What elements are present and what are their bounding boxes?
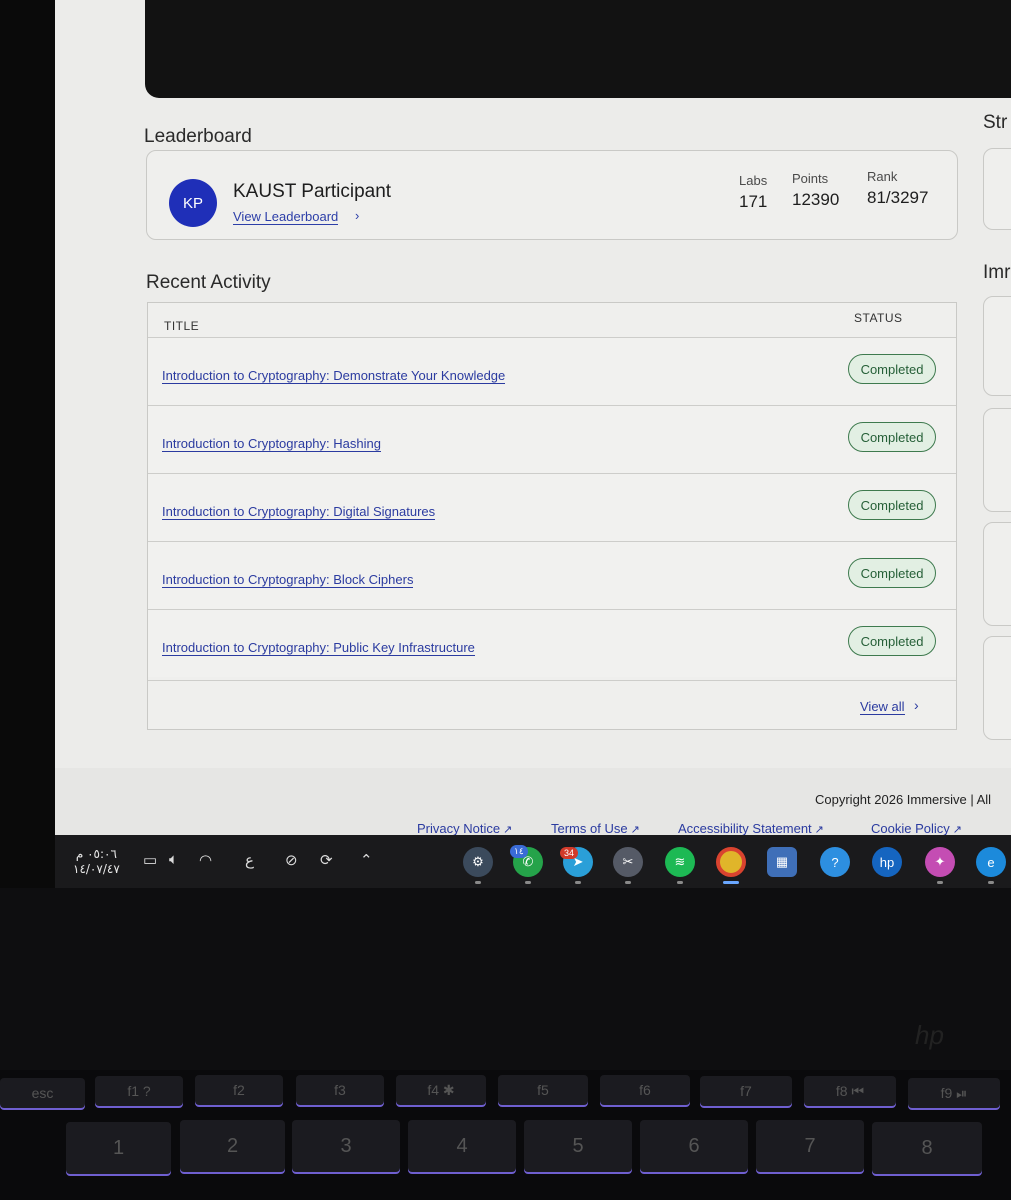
chevron-right-icon: › <box>914 697 919 713</box>
key-f8[interactable]: f8 ⏮ <box>804 1076 896 1106</box>
taskbar: ٠٥:٠٦ م ١٤/٠٧/٤٧ ▭ 🔈︎ ◠ ع ⊘ ⟳ ⌃ ⚙ ✆ ١٤ ➤… <box>55 835 1011 888</box>
key-6[interactable]: 6 <box>640 1120 748 1172</box>
chevron-up-icon[interactable]: ⌃ <box>360 851 373 869</box>
key-3[interactable]: 3 <box>292 1120 400 1172</box>
spotify-icon[interactable]: ≋ <box>665 847 695 877</box>
accessibility-statement-link[interactable]: Accessibility Statement ↗ <box>678 821 824 835</box>
language-indicator[interactable]: ع <box>245 851 254 869</box>
location-off-icon[interactable]: ⊘ <box>285 851 298 869</box>
recent-activity-heading: Recent Activity <box>146 272 271 293</box>
stat-labs: Labs 171 <box>739 173 768 211</box>
table-row: Introduction to Cryptography: Hashing Co… <box>148 405 956 473</box>
whatsapp-badge: ١٤ <box>510 845 528 858</box>
telegram-badge: 34 <box>560 847 579 859</box>
right-heading-1: Str <box>983 112 1008 133</box>
copyright-text: Copyright 2026 Immersive | All <box>815 792 992 807</box>
activity-title-link[interactable]: Introduction to Cryptography: Digital Si… <box>162 504 436 520</box>
microsoft-store-icon[interactable]: ▦ <box>767 847 797 877</box>
view-leaderboard-link[interactable]: View Leaderboard <box>233 209 339 225</box>
hp-icon[interactable]: hp <box>872 847 902 877</box>
key-4[interactable]: 4 <box>408 1120 516 1172</box>
status-badge: Completed <box>848 422 936 452</box>
wifi-icon[interactable]: ◠ <box>199 851 212 869</box>
help-icon[interactable]: ? <box>820 847 850 877</box>
activity-title-link[interactable]: Introduction to Cryptography: Public Key… <box>162 640 475 656</box>
key-f3[interactable]: f3 <box>296 1075 384 1105</box>
terms-of-use-link[interactable]: Terms of Use ↗ <box>551 821 640 835</box>
table-footer: View all › <box>148 680 956 730</box>
key-2[interactable]: 2 <box>180 1120 285 1172</box>
laptop-screen: Leaderboard KP KAUST Participant View Le… <box>0 0 1011 888</box>
table-row: Introduction to Cryptography: Demonstrat… <box>148 337 956 405</box>
table-row: Introduction to Cryptography: Public Key… <box>148 609 956 677</box>
chevron-right-icon: › <box>355 208 360 223</box>
activity-title-link[interactable]: Introduction to Cryptography: Block Ciph… <box>162 572 414 588</box>
participant-name: KAUST Participant <box>233 181 392 202</box>
leaderboard-heading: Leaderboard <box>144 126 252 147</box>
external-link-icon: ↗ <box>630 824 640 835</box>
view-all-link[interactable]: View all <box>860 699 905 715</box>
key-5[interactable]: 5 <box>524 1120 632 1172</box>
key-f6[interactable]: f6 <box>600 1075 690 1105</box>
status-badge: Completed <box>848 626 936 656</box>
volume-icon[interactable]: 🔈︎ <box>169 851 178 868</box>
key-1[interactable]: 1 <box>66 1122 171 1174</box>
key-f1[interactable]: f1 ? <box>95 1076 183 1106</box>
key-f4[interactable]: f4 ✱ <box>396 1075 486 1105</box>
edge-icon[interactable]: e <box>976 847 1006 877</box>
chrome-icon[interactable] <box>716 847 746 877</box>
cookie-policy-link[interactable]: Cookie Policy ↗ <box>871 821 962 835</box>
right-card[interactable] <box>983 148 1011 230</box>
key-f7[interactable]: f7 <box>700 1076 792 1106</box>
table-row: Introduction to Cryptography: Block Ciph… <box>148 541 956 609</box>
status-badge: Completed <box>848 354 936 384</box>
hero-banner <box>145 0 1011 98</box>
column-header-status: STATUS <box>854 311 903 325</box>
page-footer: Copyright 2026 Immersive | All Privacy N… <box>55 768 1011 835</box>
laptop-bezel: hp <box>0 888 1011 1078</box>
key-8[interactable]: 8 <box>872 1122 982 1174</box>
settings-icon[interactable]: ⚙ <box>463 847 493 877</box>
laptop-keyboard: esc f1 ? f2 f3 f4 ✱ f5 f6 f7 f8 ⏮ f9 ⏯ 1… <box>0 1070 1011 1200</box>
key-f2[interactable]: f2 <box>195 1075 283 1105</box>
privacy-notice-link[interactable]: Privacy Notice ↗ <box>417 821 512 835</box>
column-header-title: TITLE <box>164 319 200 333</box>
external-link-icon: ↗ <box>503 824 513 835</box>
status-badge: Completed <box>848 558 936 588</box>
snipping-tool-icon[interactable]: ✂ <box>613 847 643 877</box>
right-card[interactable] <box>983 408 1011 512</box>
activity-table: TITLE STATUS Introduction to Cryptograph… <box>147 302 957 730</box>
sync-icon[interactable]: ⟳ <box>320 851 333 869</box>
system-clock[interactable]: ٠٥:٠٦ م ١٤/٠٧/٤٧ <box>73 847 120 877</box>
key-f9[interactable]: f9 ⏯ <box>908 1078 1000 1108</box>
activity-title-link[interactable]: Introduction to Cryptography: Demonstrat… <box>162 368 506 384</box>
stat-points: Points 12390 <box>792 171 840 209</box>
web-page: Leaderboard KP KAUST Participant View Le… <box>55 0 1011 835</box>
status-badge: Completed <box>848 490 936 520</box>
leaderboard-card: KP KAUST Participant View Leaderboard › … <box>146 150 958 240</box>
external-link-icon: ↗ <box>952 824 962 835</box>
right-card[interactable] <box>983 296 1011 396</box>
hp-logo: hp <box>915 1020 944 1050</box>
right-card[interactable] <box>983 522 1011 626</box>
key-7[interactable]: 7 <box>756 1120 864 1172</box>
external-link-icon: ↗ <box>814 824 824 835</box>
key-esc[interactable]: esc <box>0 1078 85 1108</box>
right-heading-2: Imr <box>983 262 1011 283</box>
copilot-icon[interactable]: ✦ <box>925 847 955 877</box>
table-row: Introduction to Cryptography: Digital Si… <box>148 473 956 541</box>
avatar: KP <box>169 179 217 227</box>
battery-icon[interactable]: ▭ <box>143 851 157 869</box>
right-column: Str Imr <box>983 0 1011 760</box>
stat-rank: Rank 81/3297 <box>867 169 929 207</box>
key-f5[interactable]: f5 <box>498 1075 588 1105</box>
activity-title-link[interactable]: Introduction to Cryptography: Hashing <box>162 436 381 452</box>
right-card[interactable] <box>983 636 1011 740</box>
